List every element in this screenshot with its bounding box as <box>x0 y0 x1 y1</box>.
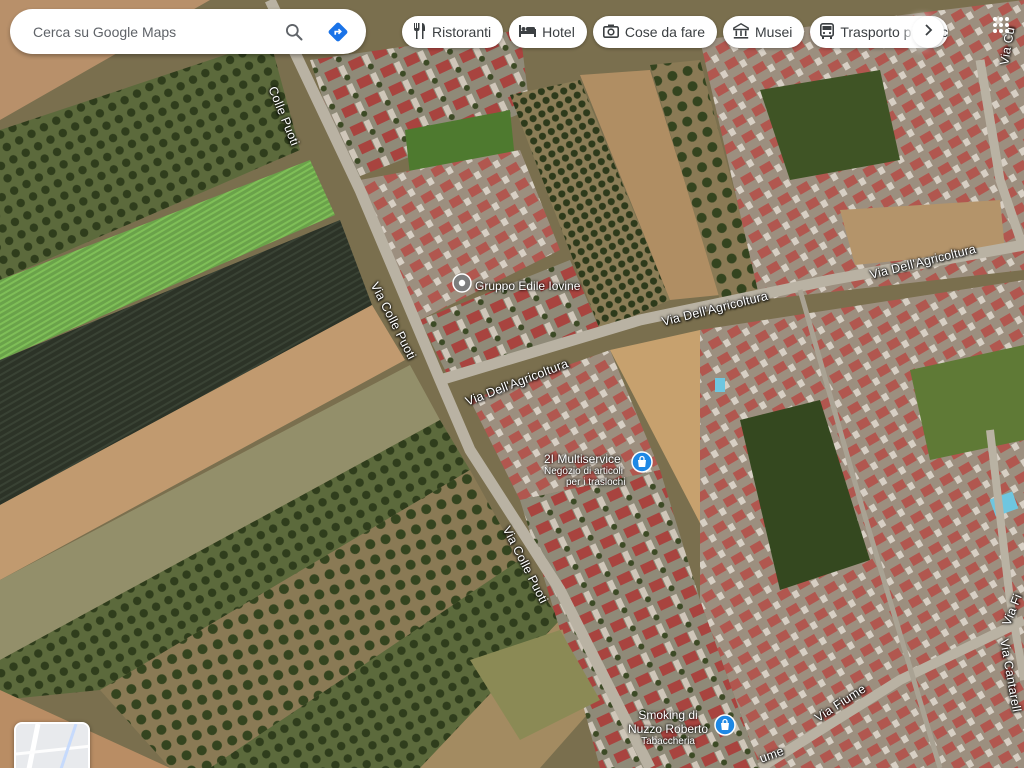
chip-musei[interactable]: Musei <box>723 16 805 48</box>
google-apps-button[interactable] <box>988 14 1014 40</box>
bus-icon <box>820 22 835 42</box>
apps-grid-icon <box>992 16 1010 39</box>
place-name: Gruppo Edile Iovine <box>475 278 581 293</box>
place-name: 2I Multiservice <box>544 452 621 466</box>
place-name-line1: Smoking di <box>638 708 698 722</box>
place-smoking-nuzzo-roberto[interactable]: Smoking di Nuzzo Roberto Tabaccheria <box>628 708 736 747</box>
map-layer-thumbnail <box>16 724 88 768</box>
chip-cose-da-fare[interactable]: Cose da fare <box>592 16 717 48</box>
chip-label: Cose da fare <box>624 24 705 40</box>
search-icon[interactable] <box>275 13 313 51</box>
shopping-bag-icon <box>631 450 654 478</box>
shopping-bag-icon <box>714 714 736 741</box>
layers-toggle-button[interactable] <box>14 722 90 768</box>
chips-scroll-right-button[interactable] <box>912 16 944 48</box>
search-box <box>10 9 366 54</box>
camera-icon <box>602 24 619 41</box>
place-category-line2: per i traslochi <box>566 477 626 488</box>
place-category-line1: Negozio di articoli <box>544 466 623 477</box>
category-chips: Ristoranti Hotel Cose da fare Musei Tras… <box>402 16 949 48</box>
place-2i-multiservice[interactable]: 2I Multiservice Negozio di articoli per … <box>544 450 654 488</box>
place-pin-icon <box>452 273 472 298</box>
chip-hotel[interactable]: Hotel <box>509 16 587 48</box>
place-name-line2: Nuzzo Roberto <box>628 722 709 736</box>
search-input[interactable] <box>33 23 275 40</box>
bed-icon <box>519 24 537 40</box>
chip-label: Hotel <box>542 24 575 40</box>
chip-label: Ristoranti <box>432 24 492 40</box>
chip-label: Musei <box>755 24 793 40</box>
place-gruppo-edile-iovine[interactable]: Gruppo Edile Iovine <box>452 273 580 298</box>
fork-knife-icon <box>412 22 426 42</box>
chevron-right-icon <box>923 23 933 41</box>
chip-ristoranti[interactable]: Ristoranti <box>402 16 504 48</box>
directions-icon[interactable] <box>319 13 357 51</box>
museum-icon <box>733 22 749 42</box>
place-category: Tabaccheria <box>641 736 695 747</box>
